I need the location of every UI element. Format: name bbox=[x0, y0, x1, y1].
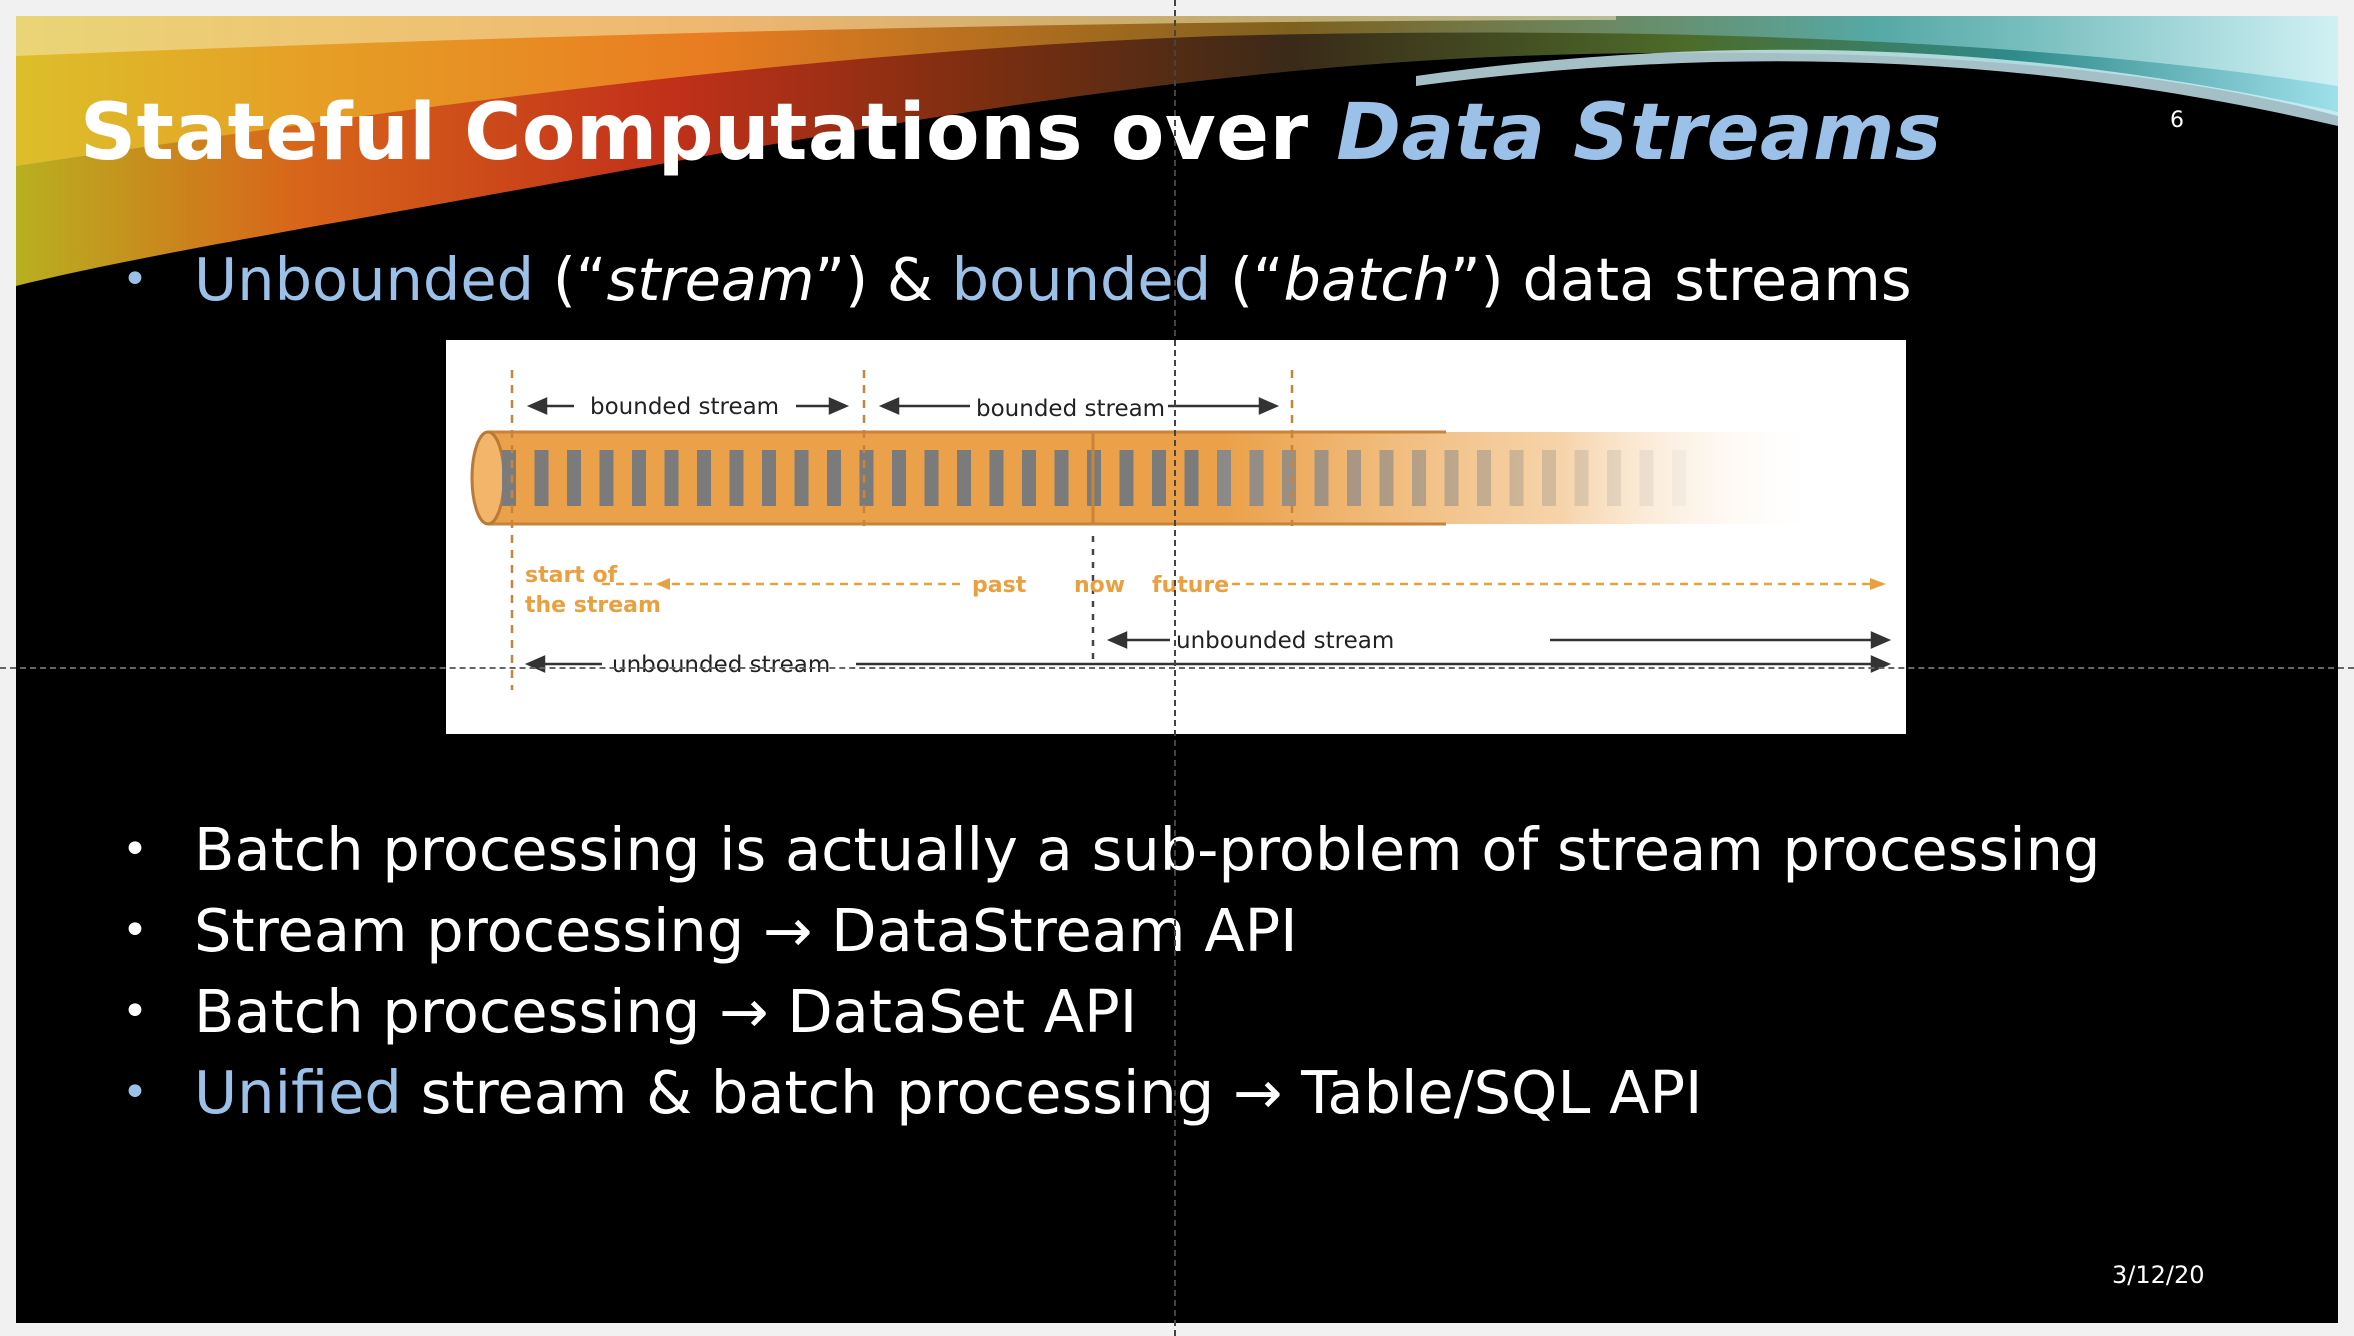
event-bar bbox=[1054, 450, 1069, 506]
event-bar bbox=[1217, 450, 1231, 506]
event-bar bbox=[1607, 450, 1621, 506]
event-bar bbox=[1672, 450, 1686, 506]
event-bar bbox=[599, 450, 614, 506]
now-label: now bbox=[1074, 573, 1125, 598]
title-highlight: Data Streams bbox=[1336, 88, 1942, 178]
event-bar bbox=[697, 450, 711, 506]
event-bar bbox=[1314, 450, 1329, 506]
bounded-stream-label-1: bounded stream bbox=[590, 394, 779, 420]
event-bar bbox=[1639, 450, 1654, 506]
page-number: 6 bbox=[2170, 108, 2184, 133]
event-bar bbox=[924, 450, 939, 506]
bullet-dot-icon: • bbox=[122, 905, 148, 956]
event-bar bbox=[1119, 450, 1134, 506]
unbounded-stream-label-2: unbounded stream bbox=[612, 652, 830, 678]
slide: Stateful Computations over Data Streams … bbox=[16, 16, 2338, 1323]
term-bounded: bounded bbox=[951, 245, 1212, 314]
bullet-dot-icon: • bbox=[122, 986, 148, 1037]
bounded-stream-label-2: bounded stream bbox=[976, 396, 1165, 422]
event-bar bbox=[502, 450, 516, 506]
event-bar bbox=[859, 450, 874, 506]
text-fragment: ”) data streams bbox=[1450, 245, 1912, 314]
event-bar bbox=[729, 450, 744, 506]
term-unbounded: Unbounded bbox=[194, 245, 535, 314]
event-bar bbox=[1184, 450, 1199, 506]
text-fragment: stream & batch processing → Table/SQL AP… bbox=[401, 1058, 1703, 1127]
bullet-text: Unified stream & batch processing → Tabl… bbox=[194, 1053, 1702, 1133]
event-bar bbox=[1249, 450, 1264, 506]
horizontal-guide-line bbox=[0, 667, 2354, 669]
event-bar bbox=[989, 450, 1004, 506]
term-stream: stream bbox=[606, 245, 815, 314]
past-label: past bbox=[972, 573, 1027, 598]
event-bar bbox=[1379, 450, 1394, 506]
event-bar bbox=[1412, 450, 1426, 506]
bullet-text: Batch processing is actually a sub-probl… bbox=[194, 815, 2101, 884]
bullet-dot-icon: • bbox=[122, 1067, 148, 1118]
text-fragment: ”) & bbox=[814, 245, 952, 314]
slide-date: 3/12/20 bbox=[2112, 1261, 2205, 1289]
term-unified: Unified bbox=[194, 1058, 402, 1127]
event-bar bbox=[1152, 450, 1166, 506]
event-bar bbox=[1477, 450, 1491, 506]
bullet-dot-icon: • bbox=[122, 824, 148, 875]
event-bar bbox=[1022, 450, 1036, 506]
event-bar bbox=[534, 450, 549, 506]
event-bar bbox=[762, 450, 776, 506]
event-bar bbox=[567, 450, 581, 506]
term-batch: batch bbox=[1283, 245, 1451, 314]
event-bar bbox=[632, 450, 646, 506]
event-bar bbox=[1509, 450, 1524, 506]
bullet-dot-icon: • bbox=[122, 254, 148, 305]
event-bar bbox=[664, 450, 679, 506]
event-bar bbox=[1282, 450, 1296, 506]
future-label: future bbox=[1152, 573, 1229, 598]
text-fragment: (“ bbox=[534, 245, 607, 314]
text-fragment: (“ bbox=[1211, 245, 1284, 314]
bullet-text: Stream processing → DataStream API bbox=[194, 896, 1298, 965]
event-bar bbox=[892, 450, 906, 506]
event-bar bbox=[957, 450, 971, 506]
event-bar bbox=[794, 450, 809, 506]
stream-diagram: bounded stream bounded stream start of t… bbox=[446, 340, 1906, 734]
bullet-text: Batch processing → DataSet API bbox=[194, 977, 1138, 1046]
start-label-line2: the stream bbox=[525, 593, 661, 618]
event-bar bbox=[1574, 450, 1589, 506]
slide-title: Stateful Computations over Data Streams bbox=[80, 88, 1942, 178]
event-bar bbox=[1542, 450, 1556, 506]
bullet-text: Unbounded (“stream”) & bounded (“batch”)… bbox=[194, 240, 1912, 320]
unbounded-stream-label-1: unbounded stream bbox=[1176, 628, 1394, 654]
title-text: Stateful Computations over bbox=[80, 88, 1337, 178]
event-bar bbox=[827, 450, 841, 506]
event-bar bbox=[1347, 450, 1361, 506]
event-bar bbox=[1444, 450, 1459, 506]
tube-end-cap bbox=[470, 430, 506, 526]
